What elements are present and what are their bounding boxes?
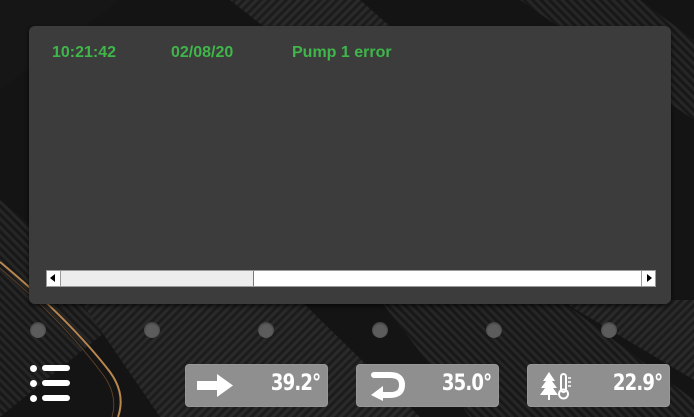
scroll-right-button[interactable] bbox=[641, 271, 655, 286]
log-entry-message: Pump 1 error bbox=[292, 44, 392, 61]
alarm-log-panel: 10:21:42 02/08/20 Pump 1 error bbox=[29, 26, 671, 304]
return-temperature-tile[interactable]: 35.0° bbox=[356, 364, 499, 407]
outdoor-temperature-value: 22.9° bbox=[612, 371, 663, 396]
return-temperature-value: 35.0° bbox=[441, 371, 492, 396]
tree-thermometer-icon bbox=[540, 372, 571, 400]
scroll-left-button[interactable] bbox=[47, 271, 61, 286]
page-indicator-dot[interactable] bbox=[258, 322, 274, 338]
page-indicator-dot[interactable] bbox=[372, 322, 388, 338]
page-indicator-dot[interactable] bbox=[601, 322, 617, 338]
page-indicator-dot[interactable] bbox=[144, 322, 160, 338]
return-arrow-icon bbox=[371, 372, 406, 401]
log-entry-date: 02/08/20 bbox=[171, 44, 234, 61]
log-entry-time: 10:21:42 bbox=[52, 44, 117, 61]
arrow-right-icon bbox=[197, 374, 233, 397]
page-indicator-dot[interactable] bbox=[30, 322, 46, 338]
horizontal-scrollbar[interactable] bbox=[46, 270, 656, 287]
outdoor-temperature-tile[interactable]: 22.9° bbox=[527, 364, 670, 407]
supply-temperature-value: 39.2° bbox=[270, 371, 321, 396]
scroll-thumb[interactable] bbox=[61, 271, 254, 286]
supply-temperature-tile[interactable]: 39.2° bbox=[185, 364, 328, 407]
log-entry[interactable]: 10:21:42 02/08/20 Pump 1 error bbox=[29, 44, 671, 64]
menu-button[interactable] bbox=[26, 360, 72, 408]
page-indicator-dot[interactable] bbox=[486, 322, 502, 338]
